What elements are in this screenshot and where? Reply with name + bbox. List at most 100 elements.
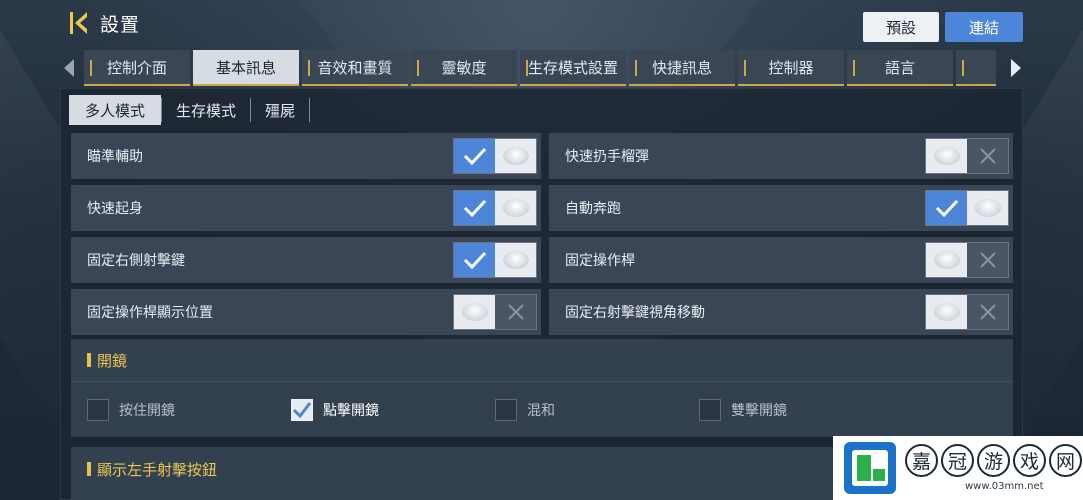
settings-row: 瞄準輔助 快速扔手榴彈 [71,133,1013,179]
scope-section: 開鏡 按住開鏡 點擊開鏡 混和 雙擊開鏡 [71,339,1013,437]
tab-label: 控制介面 [106,58,167,77]
scope-option[interactable]: 雙擊開鏡 [699,398,903,421]
tab-label: 音效和畫質 [317,58,393,77]
toggle-switch[interactable] [925,242,1009,278]
setting-label: 快速起身 [87,201,143,217]
watermark-chars: 嘉冠游戏网 [905,444,1082,477]
toggle-knob [495,243,536,277]
checkbox-checked-icon[interactable] [291,398,313,421]
watermark-char: 戏 [1013,444,1046,477]
tab-marker [853,60,855,76]
toggle-switch[interactable] [925,190,1009,226]
scope-section-header: 開鏡 [71,339,1013,381]
setting-label: 固定右射擊鍵視角移動 [565,305,705,321]
section-marker [87,353,91,367]
section-marker [87,462,91,476]
toggle-switch[interactable] [925,138,1009,174]
tab-marker [417,60,419,76]
subtab-2[interactable]: 殭屍 [251,95,309,125]
toggle-knob [926,295,967,329]
watermark-url: www.03mm.net [965,481,1044,492]
toggle-switch[interactable] [453,242,537,278]
tab-scroll-left-icon[interactable] [62,58,76,78]
setting-item: 快速扔手榴彈 [549,133,1013,179]
setting-item: 固定操作桿 [549,237,1013,283]
checkbox-icon[interactable] [495,398,517,421]
setting-label: 瞄準輔助 [87,149,143,165]
scope-options: 按住開鏡 點擊開鏡 混和 雙擊開鏡 [71,381,1013,437]
toggle-switch[interactable] [453,190,537,226]
settings-grid: 瞄準輔助 快速扔手榴彈快速起身 自動奔跑固定右側射擊鍵 固定操作桿固定操作桿顯示位置 固… [71,133,1013,341]
toggle-knob [967,191,1008,225]
link-button[interactable]: 連結 [945,12,1023,42]
toggle-switch[interactable] [453,294,537,330]
cross-icon [967,139,1008,173]
setting-item: 固定右射擊鍵視角移動 [549,289,1013,335]
setting-item: 自動奔跑 [549,185,1013,231]
tab-marker [962,60,964,76]
setting-label: 自動奔跑 [565,201,621,217]
watermark-char: 嘉 [905,444,938,477]
back-arrow-icon[interactable] [66,8,96,38]
tab-label: 靈敏度 [441,58,487,77]
tab-3[interactable]: 靈敏度 [411,50,517,86]
scope-option-label: 點擊開鏡 [323,402,379,419]
toggle-switch[interactable] [453,138,537,174]
tab-label: 生存模式設置 [527,58,618,77]
setting-item: 快速起身 [71,185,541,231]
subtab-divider [309,98,311,122]
tab-6[interactable]: 控制器 [738,50,844,86]
tab-label: 基本訊息 [215,58,276,77]
toggle-knob [926,243,967,277]
top-buttons: 預設 連結 [863,12,1023,42]
toggle-knob [495,191,536,225]
tabs-list: 控制介面 基本訊息 音效和畫質 靈敏度 生存模式設置 快捷訊息 控制器 語言 [84,50,1000,86]
check-icon [454,139,495,173]
watermark-text: 嘉冠游戏网 www.03mm.net [905,444,1082,492]
watermark-char: 网 [1049,444,1082,477]
tab-marker [90,60,92,76]
scope-option[interactable]: 點擊開鏡 [291,398,495,421]
tab-8[interactable] [956,50,996,86]
cross-icon [967,243,1008,277]
scope-option-label: 混和 [527,402,555,419]
scope-option[interactable]: 按住開鏡 [87,398,291,421]
setting-item: 固定右側射擊鍵 [71,237,541,283]
mode-subtabs: 多人模式 生存模式 殭屍 [69,95,311,125]
toggle-switch[interactable] [925,294,1009,330]
watermark-logo-icon [844,442,896,494]
tab-label: 語言 [884,58,915,77]
preset-button[interactable]: 預設 [863,12,939,42]
scope-option-label: 按住開鏡 [119,402,175,419]
subtab-1[interactable]: 生存模式 [162,95,250,125]
tab-5[interactable]: 快捷訊息 [629,50,735,86]
setting-item: 固定操作桿顯示位置 [71,289,541,335]
tab-1[interactable]: 基本訊息 [193,50,299,86]
watermark-char: 游 [977,444,1010,477]
toggle-knob [495,139,536,173]
tab-2[interactable]: 音效和畫質 [302,50,408,86]
toggle-knob [454,295,495,329]
tab-scroll-right-icon[interactable] [1009,58,1023,78]
checkbox-icon[interactable] [87,398,109,421]
tab-label: 快捷訊息 [651,58,712,77]
cross-icon [967,295,1008,329]
setting-label: 快速扔手榴彈 [565,149,649,165]
checkbox-icon[interactable] [699,398,721,421]
scope-section-title: 開鏡 [97,351,128,370]
tab-4[interactable]: 生存模式設置 [520,50,626,86]
check-icon [454,243,495,277]
setting-label: 固定操作桿 [565,253,635,269]
watermark-char: 冠 [941,444,974,477]
tab-marker [308,60,310,76]
setting-item: 瞄準輔助 [71,133,541,179]
tab-bar: 控制介面 基本訊息 音效和畫質 靈敏度 生存模式設置 快捷訊息 控制器 語言 [60,50,1023,86]
tab-7[interactable]: 語言 [847,50,953,86]
subtab-0[interactable]: 多人模式 [69,95,161,125]
left-fire-section-title: 顯示左手射擊按鈕 [97,460,218,479]
header: 設置 [66,6,140,40]
tab-marker [635,60,637,76]
check-icon [926,191,967,225]
tab-0[interactable]: 控制介面 [84,50,190,86]
scope-option[interactable]: 混和 [495,398,699,421]
